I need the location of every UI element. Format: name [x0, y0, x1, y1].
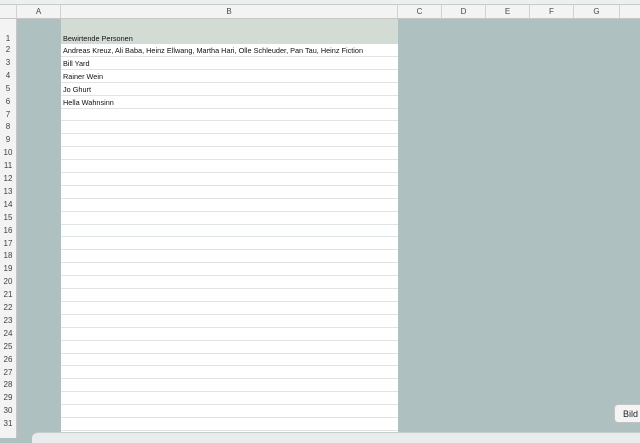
cell-b6[interactable]: Hella Wahnsinn [61, 96, 398, 109]
cell-b3[interactable]: Bill Yard [61, 57, 398, 70]
cell-b5[interactable]: Jo Ghurt [61, 83, 398, 96]
row-header-27[interactable]: 27 [0, 367, 16, 380]
row-header-20[interactable]: 20 [0, 276, 16, 289]
row-header-11[interactable]: 11 [0, 160, 16, 173]
cell-b31[interactable] [61, 418, 398, 431]
cell-b10[interactable] [61, 147, 398, 161]
column-header-g[interactable]: G [574, 5, 620, 18]
row-header-15[interactable]: 15 [0, 212, 16, 225]
column-header-e[interactable]: E [486, 5, 530, 18]
cell-b14[interactable] [61, 199, 398, 212]
row-header-13[interactable]: 13 [0, 186, 16, 199]
cell-b8[interactable] [61, 121, 398, 135]
row-header-22[interactable]: 22 [0, 302, 16, 315]
row-header-6[interactable]: 6 [0, 96, 16, 109]
row-header-5[interactable]: 5 [0, 83, 16, 96]
row-header-4[interactable]: 4 [0, 70, 16, 83]
row-header-23[interactable]: 23 [0, 315, 16, 328]
cell-b11[interactable] [61, 160, 398, 173]
column-header-c[interactable]: C [398, 5, 442, 18]
row-header-28[interactable]: 28 [0, 379, 16, 392]
row-header-16[interactable]: 16 [0, 225, 16, 238]
row-header-8[interactable]: 8 [0, 121, 16, 134]
select-all-corner[interactable] [0, 5, 17, 18]
cell-b15[interactable] [61, 212, 398, 225]
cell-b20[interactable] [61, 276, 398, 290]
cell-b1[interactable]: Bewirtende Personen [61, 19, 398, 44]
row-header-21[interactable]: 21 [0, 289, 16, 302]
row-header-10[interactable]: 10 [0, 147, 16, 160]
column-header-a[interactable]: A [17, 5, 61, 18]
row-header-9[interactable]: 9 [0, 134, 16, 147]
row-header-31[interactable]: 31 [0, 418, 16, 431]
column-a-cells[interactable] [17, 19, 61, 438]
cell-b12[interactable] [61, 173, 398, 186]
columns-c-to-g-cells[interactable] [398, 19, 640, 438]
column-header-bar: A B C D E F G [0, 5, 640, 19]
cell-b22[interactable] [61, 302, 398, 315]
cell-b9[interactable] [61, 134, 398, 148]
row-header-3[interactable]: 3 [0, 57, 16, 70]
cell-b23[interactable] [61, 315, 398, 328]
cell-b17[interactable] [61, 238, 398, 251]
row-header-29[interactable]: 29 [0, 392, 16, 405]
column-header-f[interactable]: F [530, 5, 574, 18]
row-header-bar: 1 2 3 4 5 6 7 8 9 10 11 12 13 14 15 16 17 18 19 20 21 22 23 24 2… [0, 19, 17, 438]
cell-b4[interactable]: Rainer Wein [61, 70, 398, 83]
cell-b30[interactable] [61, 405, 398, 419]
cell-b13[interactable] [61, 186, 398, 199]
row-header-17[interactable]: 17 [0, 238, 16, 251]
cell-b21[interactable] [61, 289, 398, 302]
row-header-26[interactable]: 26 [0, 354, 16, 367]
row-header-14[interactable]: 14 [0, 199, 16, 212]
row-header-25[interactable]: 25 [0, 341, 16, 354]
row-header-2[interactable]: 2 [0, 44, 16, 57]
cell-b19[interactable] [61, 263, 398, 277]
cell-b24[interactable] [61, 328, 398, 341]
cell-b29[interactable] [61, 392, 398, 406]
row-header-7[interactable]: 7 [0, 109, 16, 122]
cell-b28[interactable] [61, 379, 398, 393]
cell-b25[interactable] [61, 341, 398, 354]
row-header-24[interactable]: 24 [0, 328, 16, 341]
row-header-18[interactable]: 18 [0, 250, 16, 263]
cell-b26[interactable] [61, 354, 398, 367]
bild-button[interactable]: Bild [614, 404, 640, 423]
row-header-30[interactable]: 30 [0, 405, 16, 418]
cell-b2[interactable]: Andreas Kreuz, Ali Baba, Heinz Ellwang, … [61, 44, 398, 57]
cell-b18[interactable] [61, 250, 398, 264]
column-header-d[interactable]: D [442, 5, 486, 18]
row-header-19[interactable]: 19 [0, 263, 16, 276]
cell-b16[interactable] [61, 225, 398, 238]
cell-b27[interactable] [61, 367, 398, 380]
column-b-cells[interactable]: Bewirtende Personen Andreas Kreuz, Ali B… [61, 19, 398, 438]
cell-b7[interactable] [61, 109, 398, 122]
column-header-b[interactable]: B [61, 5, 398, 18]
row-header-12[interactable]: 12 [0, 173, 16, 186]
